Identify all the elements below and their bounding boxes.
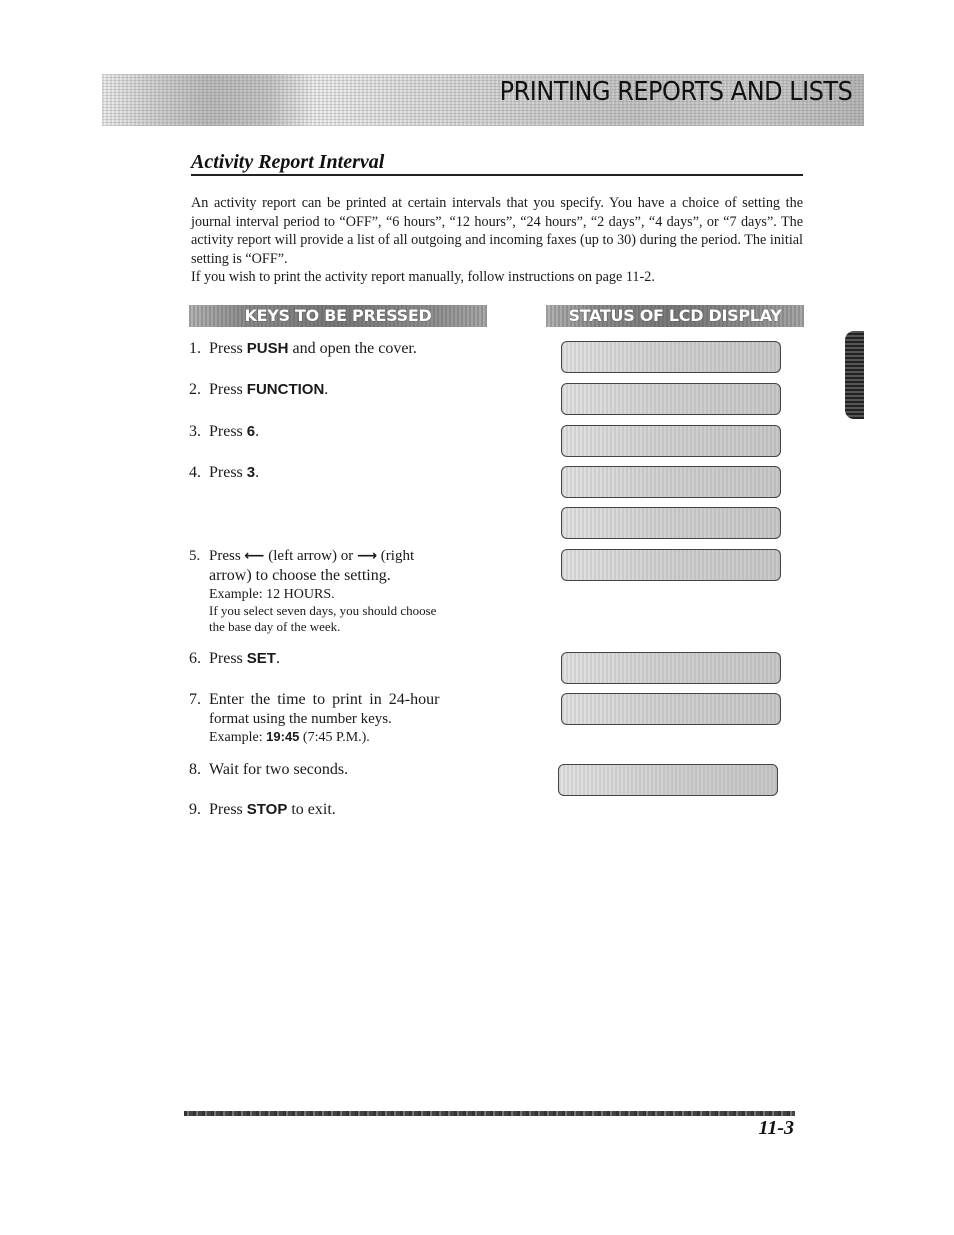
step-3: 3. Press 6.	[189, 423, 260, 440]
chapter-header-band: PRINTING REPORTS AND LISTS	[102, 74, 864, 126]
step-7: 7. Enter the time to print in 24-hour for…	[189, 690, 489, 746]
step-5: 5. Press ⟵ (left arrow) or ⟶ (right arrow…	[189, 546, 489, 635]
lcd-display-5: ACT.REPORT : OFFSELECT < > & SET KEY	[561, 507, 781, 539]
left-arrow-icon: ⟵	[244, 548, 265, 564]
chapter-title: PRINTING REPORTS AND LISTS	[499, 77, 852, 107]
intro-paragraph-manual: If you wish to print the activity report…	[191, 269, 655, 285]
footer-divider	[184, 1111, 795, 1116]
lcd-display-1: 09/12/1994 15:25FAX/COPY:INSERT DOCUMENT	[561, 341, 781, 373]
lcd-display-3: 6.SETUP SYSTEMPRESS STOP TO CANCEL	[561, 425, 781, 457]
step-7-example: Example: 19:45 (7:45 P.M.).	[209, 729, 370, 745]
lcd-display-2: USE < > TO SCROLLENTER NO. & SET KEY	[561, 383, 781, 415]
step-8: 8. Wait for two seconds.	[189, 761, 349, 778]
step-5-note: If you select seven days, you should cho…	[209, 603, 437, 618]
keys-to-be-pressed-header: KEYS TO BE PRESSED	[189, 305, 487, 327]
chapter-side-tab	[845, 331, 864, 419]
step-6: 6. Press SET.	[189, 650, 280, 667]
step-9: 9. Press STOP to exit.	[189, 801, 336, 818]
step-4: 4. Press 3.	[189, 464, 260, 481]
key-stop: STOP	[246, 801, 288, 818]
key-set: SET	[246, 650, 276, 667]
lcd-display-8: START AT : 19:45ENTER & SET KEY	[561, 693, 781, 725]
step-1: 1. Press PUSH and open the cover.	[189, 340, 417, 357]
lcd-display-7: START AT : 00:00ENTER & SET KEY	[561, 652, 781, 684]
step-2: 2. Press FUNCTION.	[189, 381, 329, 398]
lcd-display-4: 3.ACT.REPORT INTERVALPRESS STOP TO CANCE…	[561, 466, 781, 498]
section-title: Activity Report Interval	[191, 151, 385, 173]
page-number: 11-3	[758, 1117, 794, 1139]
intro-text: An activity report can be printed at cer…	[191, 194, 803, 287]
lcd-display-6: EVERY 12 HOURSSELECT < > & SET KEY	[561, 549, 781, 581]
key-3: 3	[246, 464, 256, 481]
key-function: FUNCTION	[246, 381, 325, 398]
right-arrow-icon: ⟶	[356, 548, 378, 564]
step-5-example: Example: 12 HOURS.	[209, 587, 335, 602]
key-6: 6	[246, 423, 256, 440]
intro-paragraph: An activity report can be printed at cer…	[191, 195, 803, 267]
key-push: PUSH	[246, 340, 289, 357]
lcd-display-header: STATUS OF LCD DISPLAY	[546, 305, 804, 327]
lcd-display-9: 3.ACT.REPORT INTERVAL4.SET STATION ID	[558, 764, 778, 796]
section-divider	[191, 174, 803, 176]
